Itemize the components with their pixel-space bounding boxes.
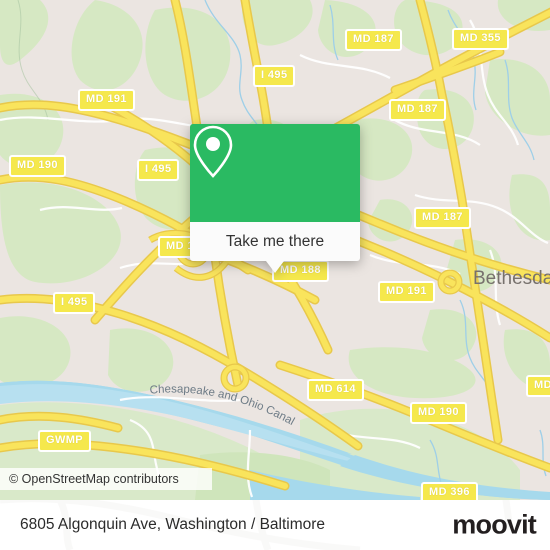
shield-md-190-lower[interactable]: MD 190 <box>410 402 467 424</box>
shield-md-614[interactable]: MD 614 <box>307 379 364 401</box>
shield-md-355[interactable]: MD 355 <box>452 28 509 50</box>
shield-md-396[interactable]: MD 396 <box>421 482 478 500</box>
osm-attribution[interactable]: © OpenStreetMap contributors <box>0 468 212 490</box>
shield-md-191-top[interactable]: MD 191 <box>78 89 135 111</box>
map-canvas[interactable]: Chesapeake and Ohio Canal Bethesda MD 18… <box>0 0 550 500</box>
take-me-there-label: Take me there <box>225 232 325 250</box>
moovit-logo[interactable]: moovit <box>452 509 537 540</box>
shield-i-495-lower[interactable]: I 495 <box>53 292 96 314</box>
shield-md-191-right[interactable]: MD 191 <box>378 281 435 303</box>
card-action-area[interactable]: Take me there <box>190 222 360 261</box>
osm-attribution-text: © OpenStreetMap contributors <box>9 472 179 486</box>
shield-md-187-top[interactable]: MD 187 <box>345 29 402 51</box>
shield-md-190-left[interactable]: MD 190 <box>9 155 66 177</box>
take-me-there-card[interactable]: Take me there <box>190 124 360 273</box>
shield-md-187-right[interactable]: MD 187 <box>389 99 446 121</box>
card-pointer <box>266 261 284 273</box>
moovit-map-screenshot: Chesapeake and Ohio Canal Bethesda MD 18… <box>0 0 550 550</box>
shield-md-187-east[interactable]: MD 187 <box>414 207 471 229</box>
shield-gwmp[interactable]: GWMP <box>38 430 92 452</box>
shield-i-495-top[interactable]: I 495 <box>253 65 296 87</box>
shield-i-495-mid[interactable]: I 495 <box>137 159 180 181</box>
place-label-bethesda: Bethesda <box>473 268 550 289</box>
footer-address: 6805 Algonquin Ave, Washington / Baltimo… <box>20 516 326 533</box>
map-pin-icon <box>193 125 233 178</box>
card-pin-area <box>190 124 360 222</box>
shield-md-clipped-right[interactable]: MD <box>526 375 550 397</box>
footer-bar: 6805 Algonquin Ave, Washington / Baltimo… <box>0 500 550 550</box>
moovit-wordmark: moovit <box>452 509 537 540</box>
